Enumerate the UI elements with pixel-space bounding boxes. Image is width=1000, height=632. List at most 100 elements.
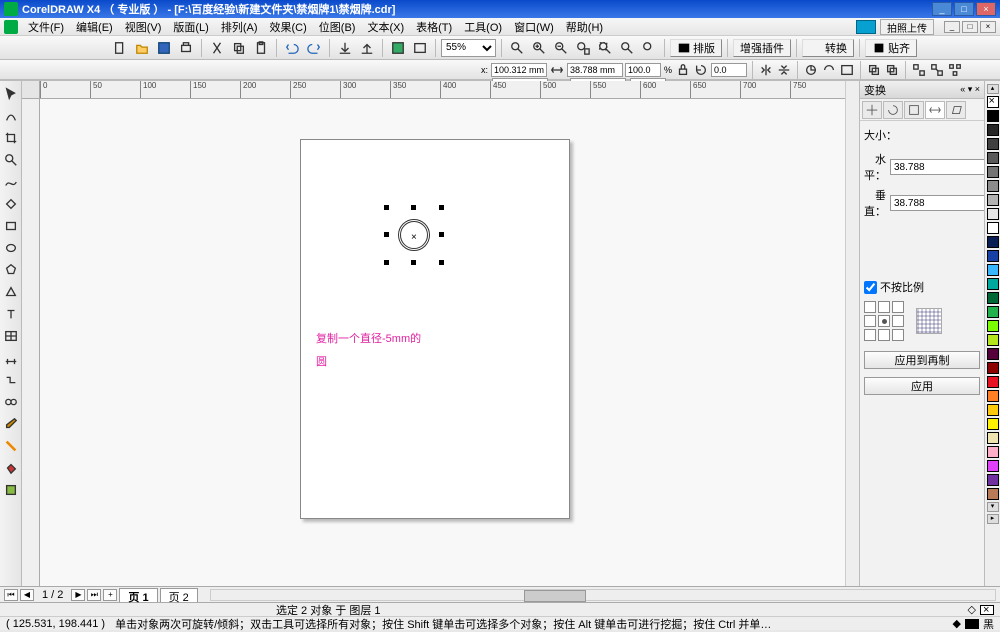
zoom-tool[interactable]: [1, 150, 21, 170]
swatch[interactable]: [987, 376, 999, 388]
upload-button[interactable]: 拍照上传: [880, 19, 934, 35]
nonproportional-checkbox[interactable]: 不按比例: [864, 279, 980, 295]
zoom-out-button[interactable]: [551, 38, 571, 58]
menu-view[interactable]: 视图(V): [119, 17, 168, 37]
palette-flyout[interactable]: ▸: [987, 514, 999, 524]
swatch[interactable]: [987, 488, 999, 500]
shape-tool[interactable]: [1, 106, 21, 126]
swatch[interactable]: [987, 460, 999, 472]
sx-input[interactable]: [625, 63, 661, 77]
close-button[interactable]: ×: [976, 2, 996, 16]
workspace[interactable]: × 复制一个直径-5mm的圆: [40, 99, 859, 586]
open-button[interactable]: [132, 38, 152, 58]
doc-restore-button[interactable]: □: [962, 21, 978, 33]
ruler-horizontal[interactable]: 050 100150 200250 300350 400450 500550 6…: [40, 81, 859, 99]
swatch[interactable]: [987, 236, 999, 248]
menu-file[interactable]: 文件(F): [22, 17, 70, 37]
redo-button[interactable]: [304, 38, 324, 58]
outline-tool[interactable]: [1, 436, 21, 456]
first-page-button[interactable]: ⏮: [4, 589, 18, 601]
arc-icon[interactable]: [821, 62, 837, 78]
ungroup-all-icon[interactable]: [947, 62, 963, 78]
pie-icon[interactable]: [803, 62, 819, 78]
ungroup-icon[interactable]: [929, 62, 945, 78]
last-page-button[interactable]: ⏭: [87, 589, 101, 601]
swatch[interactable]: [987, 194, 999, 206]
page-tab-2[interactable]: 页 2: [160, 588, 198, 602]
menu-effects[interactable]: 效果(C): [264, 17, 313, 37]
rot-input[interactable]: [711, 63, 747, 77]
swatch[interactable]: [987, 250, 999, 262]
tab-skew[interactable]: [946, 101, 966, 119]
prev-page-button[interactable]: ◀: [20, 589, 34, 601]
ruler-vertical[interactable]: [22, 99, 40, 586]
ellipse-tool[interactable]: [1, 238, 21, 258]
zoom-all-button[interactable]: [617, 38, 637, 58]
swatch[interactable]: [987, 110, 999, 122]
tab-size[interactable]: [925, 101, 945, 119]
app-launcher-button[interactable]: [388, 38, 408, 58]
swatch[interactable]: [987, 138, 999, 150]
swatch[interactable]: [987, 432, 999, 444]
swatch[interactable]: [987, 124, 999, 136]
swatch[interactable]: [987, 264, 999, 276]
export-button[interactable]: [357, 38, 377, 58]
rectangle-tool[interactable]: [1, 216, 21, 236]
swatch[interactable]: [987, 152, 999, 164]
zoom-sel-button[interactable]: [639, 38, 659, 58]
blend-tool[interactable]: [1, 392, 21, 412]
zoom-fit-button[interactable]: [595, 38, 615, 58]
zoom-tool-button[interactable]: [507, 38, 527, 58]
palette-down[interactable]: ▾: [987, 502, 999, 512]
lock-icon[interactable]: [675, 62, 691, 78]
anchor-grid[interactable]: [864, 301, 904, 341]
crop-tool[interactable]: [1, 128, 21, 148]
menu-help[interactable]: 帮助(H): [560, 17, 609, 37]
swatch[interactable]: [987, 278, 999, 290]
back-icon[interactable]: [884, 62, 900, 78]
zoom-in-button[interactable]: [529, 38, 549, 58]
basic-shapes-tool[interactable]: [1, 282, 21, 302]
swatch[interactable]: [987, 222, 999, 234]
copy-button[interactable]: [229, 38, 249, 58]
swatch[interactable]: [987, 208, 999, 220]
tab-rotate[interactable]: [883, 101, 903, 119]
swatch[interactable]: [987, 404, 999, 416]
swatch[interactable]: [987, 334, 999, 346]
menu-arrange[interactable]: 排列(A): [215, 17, 264, 37]
wrap-icon[interactable]: [839, 62, 855, 78]
swatch[interactable]: [987, 362, 999, 374]
next-page-button[interactable]: ▶: [71, 589, 85, 601]
ruler-corner[interactable]: [22, 81, 40, 99]
menu-layout[interactable]: 版面(L): [167, 17, 214, 37]
text-tool[interactable]: [1, 304, 21, 324]
import-button[interactable]: [335, 38, 355, 58]
swatch[interactable]: [987, 348, 999, 360]
swatch[interactable]: [987, 306, 999, 318]
minimize-button[interactable]: _: [932, 2, 952, 16]
new-button[interactable]: [110, 38, 130, 58]
interactive-fill-tool[interactable]: [1, 480, 21, 500]
swatch[interactable]: [987, 166, 999, 178]
swatch-none[interactable]: [987, 96, 999, 108]
docker-collapse-icon[interactable]: « ▾ ×: [960, 84, 980, 95]
cut-button[interactable]: [207, 38, 227, 58]
welcome-button[interactable]: [410, 38, 430, 58]
w-input[interactable]: [567, 63, 623, 77]
tab-scale[interactable]: [904, 101, 924, 119]
swatch[interactable]: [987, 320, 999, 332]
menu-text[interactable]: 文本(X): [361, 17, 410, 37]
print-button[interactable]: [176, 38, 196, 58]
swatch[interactable]: [987, 180, 999, 192]
vertical-scrollbar[interactable]: [845, 81, 859, 586]
fill-tool[interactable]: [1, 458, 21, 478]
menu-window[interactable]: 窗口(W): [508, 17, 560, 37]
snap-button[interactable]: 贴齐: [865, 39, 917, 57]
publish-button[interactable]: 排版: [670, 39, 722, 57]
apply-button[interactable]: 应用: [864, 377, 980, 395]
transform-button[interactable]: 转换: [802, 39, 854, 57]
swatch[interactable]: [987, 390, 999, 402]
pick-tool[interactable]: [1, 84, 21, 104]
table-tool[interactable]: [1, 326, 21, 346]
freehand-tool[interactable]: [1, 172, 21, 192]
